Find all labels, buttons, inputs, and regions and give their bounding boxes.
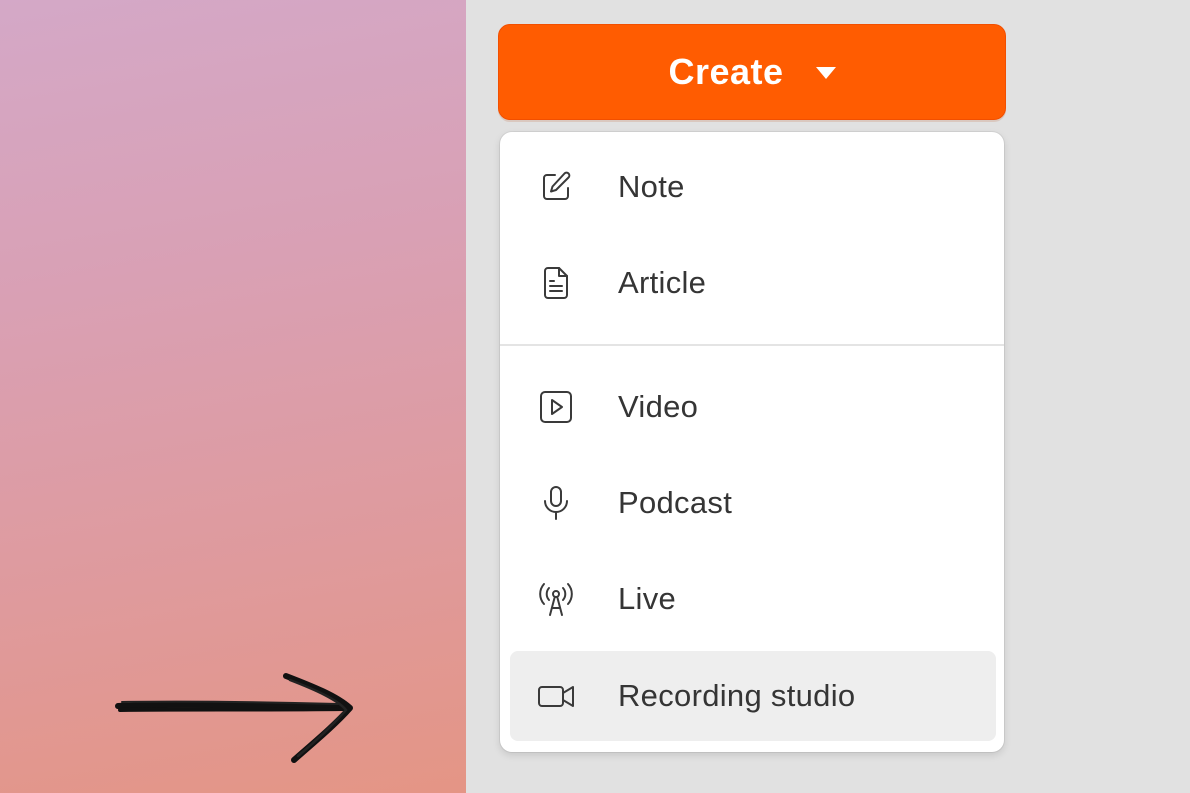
document-icon (536, 263, 576, 303)
caret-down-icon (815, 67, 836, 79)
menu-item-label: Podcast (618, 485, 733, 520)
create-dropdown-menu: Note Article Video Podcast Live Recordin… (500, 132, 1004, 752)
menu-item-label: Video (618, 389, 699, 424)
page: Create Note Article Video Podcast Live R… (0, 0, 1190, 793)
broadcast-tower-icon (536, 579, 576, 619)
menu-item-label: Note (618, 169, 685, 204)
menu-item-label: Article (618, 265, 707, 300)
menu-item-video[interactable]: Video (510, 362, 996, 452)
menu-item-note[interactable]: Note (510, 142, 996, 232)
menu-item-article[interactable]: Article (510, 238, 996, 328)
menu-item-podcast[interactable]: Podcast (510, 458, 996, 548)
microphone-icon (536, 483, 576, 523)
hand-drawn-arrow-icon (115, 673, 353, 763)
video-camera-icon (536, 676, 576, 716)
play-video-icon (536, 387, 576, 427)
menu-item-live[interactable]: Live (510, 554, 996, 644)
menu-item-label: Recording studio (618, 678, 856, 713)
edit-note-icon (536, 167, 576, 207)
create-button[interactable]: Create (498, 24, 1006, 120)
menu-divider (500, 344, 1004, 346)
menu-item-recording-studio[interactable]: Recording studio (510, 651, 996, 741)
create-button-label: Create (668, 51, 784, 92)
menu-item-label: Live (618, 581, 677, 616)
gradient-background-panel (0, 0, 466, 793)
